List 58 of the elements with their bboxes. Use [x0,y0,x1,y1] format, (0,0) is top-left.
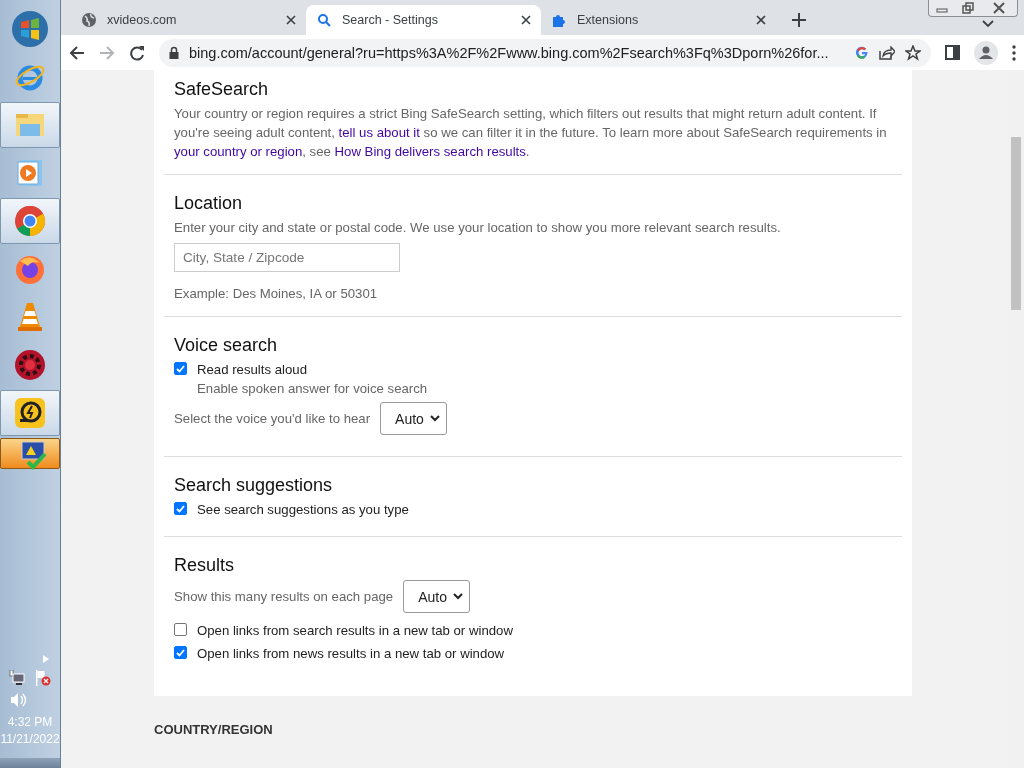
new-tab-icon[interactable] [792,13,806,27]
checkbox-label[interactable]: Read results aloud [197,360,428,379]
globe-icon [81,12,97,28]
checkbox-label[interactable]: Open links from search results in a new tab or window [197,621,513,640]
text-link[interactable]: tell us about it [338,125,420,140]
scrollbar-thumb[interactable] [1011,137,1021,310]
star-icon[interactable] [905,44,921,61]
description-text: Your country or region requires a strict Bing SafeSearch setting, which filters out results that might return adult content. If you're seeing adult content, tell us about it so we can filter it in the future. To learn more about SafeSearch requirements in your country or region, see How Bing delivers search results. [174,105,888,161]
close-icon[interactable] [756,15,766,25]
checkbox[interactable] [174,623,187,636]
checkbox[interactable] [174,646,187,659]
section-title: Results [174,554,236,576]
browser-tab[interactable]: Search - Settings [306,5,541,35]
close-icon[interactable] [286,15,296,25]
google-g-icon[interactable] [855,45,869,60]
taskbar-button[interactable] [0,390,60,436]
description-text: Enter your city and state or postal code. We use your location to show you more relevant search results. [174,219,782,237]
browser-tab[interactable]: xvideos.com [71,5,306,35]
address-bar[interactable]: bing.com/account/general?ru=https%3A%2F%2Fwww.bing.com%2Fsearch%3Fq%3Dporn%26for... [159,38,931,67]
section-title: Search suggestions [174,474,334,496]
lock-icon [169,46,179,59]
chrome-logo-icon[interactable] [14,205,46,237]
puzzle-piece-icon [551,12,567,28]
search-icon [316,12,332,28]
text-link[interactable]: How Bing delivers search results [334,144,526,159]
checkbox-label[interactable]: Open links from news results in a new tab or window [197,644,505,663]
flag-error-icon[interactable] [35,670,51,686]
checkbox-label[interactable]: See search suggestions as you type [197,500,409,519]
firefox-logo-icon[interactable] [14,253,46,285]
back-icon[interactable] [69,44,85,61]
gear-icon[interactable] [14,349,46,381]
select-label: Show this many results on each page [174,588,394,606]
section-heading: COUNTRY/REGION [154,722,274,738]
traffic-cone-icon[interactable] [16,301,44,333]
chevron-down-icon[interactable] [982,20,994,28]
checkbox-hint: Enable spoken answer for voice search [197,380,428,398]
share-icon[interactable] [879,45,895,60]
menu-icon[interactable] [1012,44,1016,61]
network-icon[interactable] [9,670,25,686]
profile-avatar-icon[interactable] [974,40,998,65]
side-panel-icon[interactable] [945,45,960,60]
section-title: SafeSearch [174,78,270,100]
checkbox[interactable] [174,362,187,375]
start-orb-icon[interactable] [11,10,49,48]
browser-tab[interactable]: Extensions [541,5,776,35]
close-icon[interactable] [521,15,531,25]
checkbox[interactable] [174,502,187,515]
location-input-field[interactable]: City, State / Zipcode [174,243,400,272]
dropdown[interactable]: Auto [403,580,470,613]
caret-icon [429,415,440,422]
media-player-icon[interactable] [16,158,44,188]
hint-text: Example: Des Moines, IA or 50301 [174,285,379,303]
section-title: Location [174,192,244,214]
select-label: Select the voice you'd like to hear [174,410,371,428]
section-title: Voice search [174,334,279,356]
dropdown[interactable]: Auto [380,402,447,435]
reload-icon[interactable] [129,44,145,61]
caret-icon [453,593,463,600]
